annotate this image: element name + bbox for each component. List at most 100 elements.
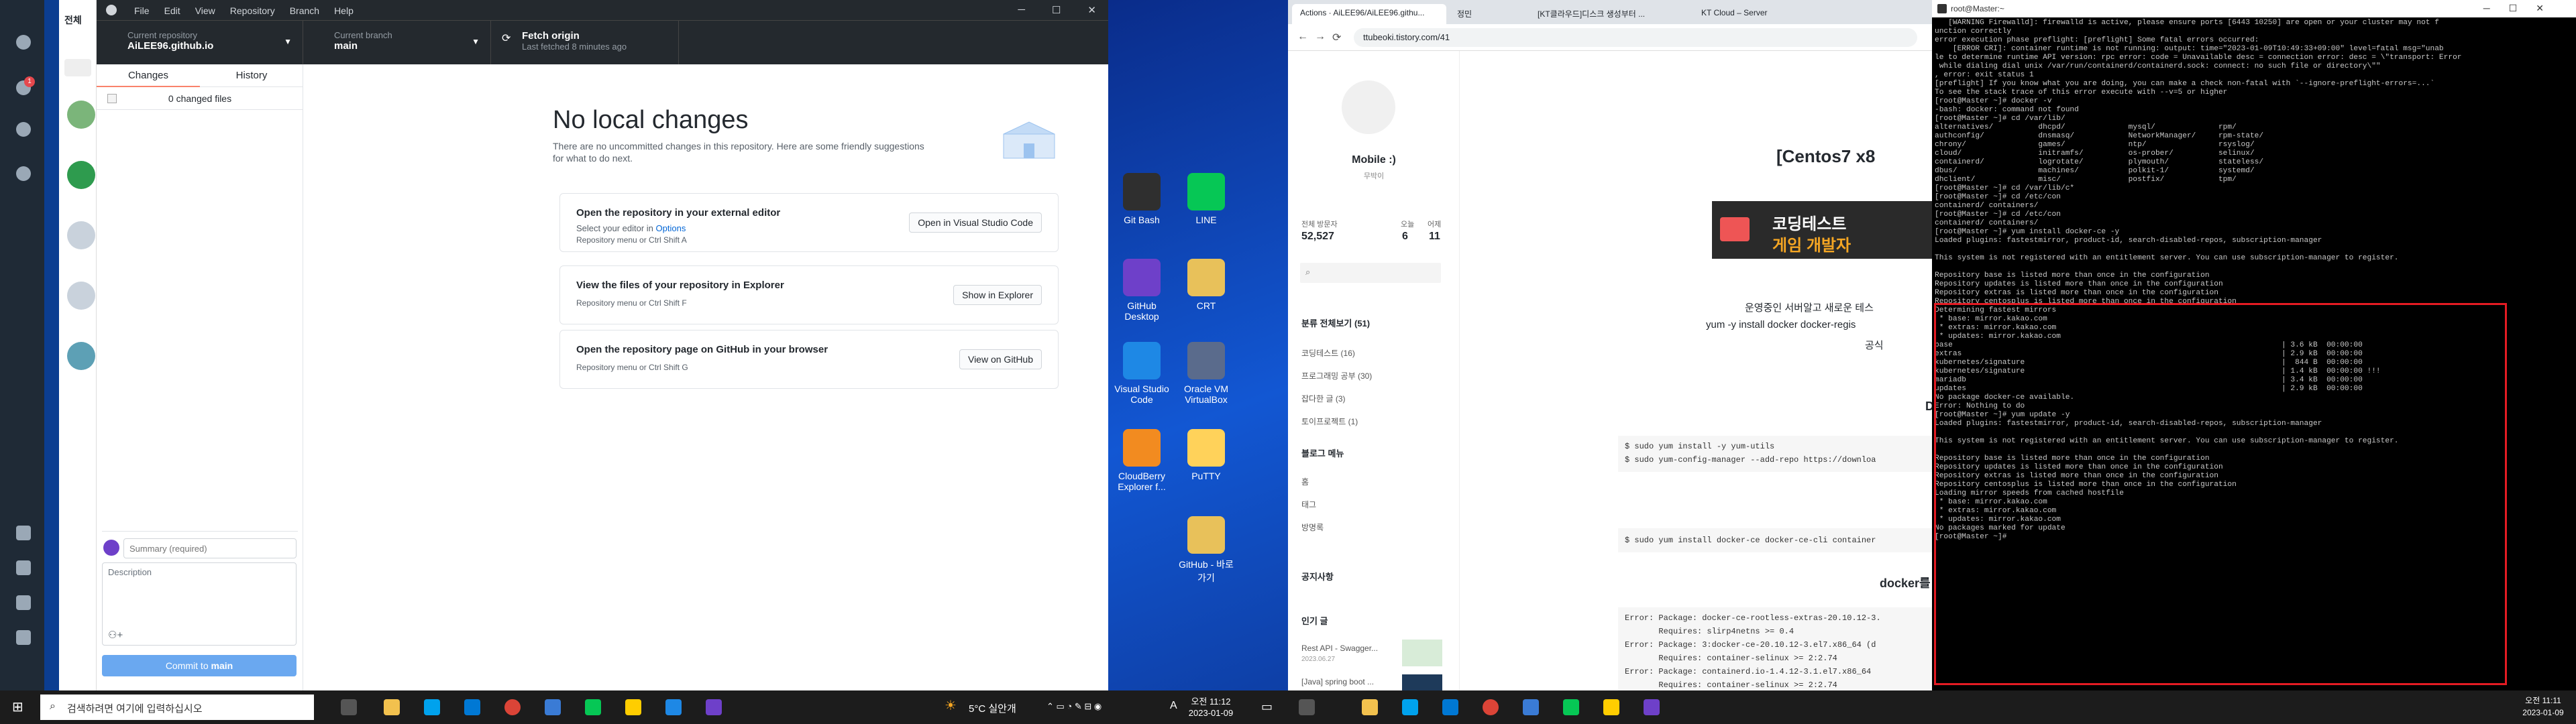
- github-desktop-icon[interactable]: [706, 699, 722, 715]
- menu-repository[interactable]: Repository: [230, 5, 275, 16]
- avatar[interactable]: [67, 282, 95, 310]
- start-icon[interactable]: [1299, 699, 1315, 715]
- clock-time[interactable]: 오전 11:12: [1187, 695, 1234, 707]
- browser-tab-kt-disk[interactable]: [KT클라우드]디스크 생성부터 ...: [1529, 4, 1690, 24]
- github-desktop-icon[interactable]: [1644, 699, 1660, 715]
- desktop-icon-virtualbox[interactable]: Oracle VM VirtualBox: [1174, 342, 1238, 405]
- desktop-icon-crt[interactable]: CRT: [1174, 259, 1238, 311]
- options-link[interactable]: Options: [656, 223, 686, 233]
- category-item[interactable]: 코딩테스트 (16): [1301, 347, 1355, 359]
- add-coauthor-icon[interactable]: ⚇+: [108, 629, 123, 641]
- vscode-icon[interactable]: [665, 699, 682, 715]
- line-icon[interactable]: [1563, 699, 1579, 715]
- category-title[interactable]: 분류 전체보기 (51): [1301, 316, 1370, 329]
- ime-indicator[interactable]: A: [1170, 700, 1177, 712]
- browser-tab-kt-cloud[interactable]: KT Cloud – Server: [1693, 4, 1814, 24]
- browser-tab-jeongmin[interactable]: 정민: [1449, 4, 1527, 24]
- show-in-explorer-button[interactable]: Show in Explorer: [953, 285, 1042, 305]
- kakaotalk-icon[interactable]: [1603, 699, 1619, 715]
- tab-history[interactable]: History: [200, 64, 303, 87]
- minimize-icon[interactable]: ─: [1018, 4, 1025, 16]
- clock-date[interactable]: 2023-01-09: [1183, 708, 1238, 718]
- clock-date[interactable]: 2023-01-09: [2516, 708, 2571, 717]
- store-icon[interactable]: [1402, 699, 1418, 715]
- category-item[interactable]: 토이프로젝트 (1): [1301, 416, 1358, 427]
- search-icon[interactable]: [64, 59, 91, 76]
- current-branch-selector[interactable]: Current branch main ▼: [303, 21, 491, 65]
- settings-icon[interactable]: [16, 630, 31, 645]
- kakaotalk-icon[interactable]: [625, 699, 641, 715]
- desktop-icon-cloudberry[interactable]: CloudBerry Explorer f...: [1110, 429, 1174, 492]
- desktop-icon-vscode[interactable]: Visual Studio Code: [1110, 342, 1174, 405]
- desktop-icon-git-bash[interactable]: Git Bash: [1110, 173, 1174, 225]
- desktop-icon-line[interactable]: LINE: [1174, 173, 1238, 225]
- browser-tab-actions[interactable]: Actions · AiLEE96/AiLEE96.githu...: [1292, 4, 1446, 24]
- file-explorer-icon[interactable]: [384, 699, 400, 715]
- thumbnail[interactable]: [1402, 640, 1442, 666]
- view-on-github-button[interactable]: View on GitHub: [959, 349, 1042, 369]
- send-icon[interactable]: [16, 166, 31, 181]
- close-icon[interactable]: ✕: [1087, 4, 1096, 16]
- chrome-icon[interactable]: [504, 699, 521, 715]
- avatar[interactable]: [67, 221, 95, 249]
- blog-search-input[interactable]: ⌕: [1300, 263, 1441, 283]
- more-icon[interactable]: [16, 122, 31, 137]
- weather-text[interactable]: 5°C 실안개: [969, 701, 1016, 715]
- popular-item-title[interactable]: Rest API - Swagger...: [1301, 644, 1378, 653]
- profile-icon[interactable]: [16, 35, 31, 50]
- reload-icon[interactable]: ⟳: [1332, 31, 1341, 44]
- chrome-icon[interactable]: [1483, 699, 1499, 715]
- window-controls-icon[interactable]: ─☐✕: [2483, 3, 2563, 14]
- desktop-icon-github-shortcut[interactable]: GitHub - 바로 가기: [1174, 516, 1238, 585]
- menu-branch[interactable]: Branch: [290, 5, 319, 16]
- avatar[interactable]: [67, 101, 95, 129]
- taskbar-search-input[interactable]: ⌕ 검색하려면 여기에 입력하십시오: [40, 695, 314, 720]
- task-view-icon[interactable]: [341, 699, 357, 715]
- commit-branch: main: [211, 660, 233, 671]
- maximize-icon[interactable]: ☐: [1052, 4, 1061, 16]
- menu-edit[interactable]: Edit: [164, 5, 180, 16]
- desktop-icon-github-desktop[interactable]: GitHub Desktop: [1110, 259, 1174, 322]
- forward-icon[interactable]: →: [1315, 31, 1326, 43]
- avatar[interactable]: [67, 161, 95, 189]
- menu-tags[interactable]: 태그: [1301, 499, 1316, 510]
- desktop-icon-putty[interactable]: PuTTY: [1174, 429, 1238, 481]
- menu-help[interactable]: Help: [334, 5, 354, 16]
- thumbnail[interactable]: [1402, 674, 1442, 690]
- tab-changes[interactable]: Changes: [97, 64, 200, 87]
- volume-icon[interactable]: [16, 595, 31, 610]
- mail-icon[interactable]: [1442, 699, 1458, 715]
- avatar[interactable]: [67, 342, 95, 370]
- crop-icon[interactable]: [16, 560, 31, 575]
- commit-button[interactable]: Commit to main: [102, 655, 297, 676]
- app-icon[interactable]: [545, 699, 561, 715]
- menu-file[interactable]: File: [134, 5, 150, 16]
- url-input[interactable]: ttubeoki.tistory.com/41: [1354, 28, 1917, 47]
- blog-name[interactable]: Mobile :): [1288, 154, 1460, 166]
- notification-icon[interactable]: ▭: [1261, 700, 1273, 714]
- ad-banner[interactable]: 코딩테스트 게임 개발자: [1712, 201, 1932, 259]
- notice-title[interactable]: 공지사항: [1301, 570, 1334, 583]
- commit-description-field[interactable]: Description ⚇+: [102, 562, 297, 646]
- clock-time[interactable]: 오전 11:11: [2520, 695, 2567, 706]
- app-icon[interactable]: [1523, 699, 1539, 715]
- popular-item-title[interactable]: [Java] spring boot ...: [1301, 677, 1374, 686]
- current-repository-selector[interactable]: Current repository AiLEE96.github.io ▼: [97, 21, 303, 65]
- fetch-origin-button[interactable]: ⟳ Fetch origin Last fetched 8 minutes ag…: [491, 21, 679, 65]
- back-icon[interactable]: ←: [1297, 31, 1308, 43]
- windows-start-icon[interactable]: ⊞: [12, 699, 23, 715]
- mail-icon[interactable]: [464, 699, 480, 715]
- category-item[interactable]: 잡다한 글 (3): [1301, 393, 1346, 404]
- commit-summary-input[interactable]: [123, 538, 297, 558]
- file-explorer-icon[interactable]: [1362, 699, 1378, 715]
- menu-home[interactable]: 홈: [1301, 476, 1309, 487]
- menu-guestbook[interactable]: 방명록: [1301, 522, 1324, 533]
- line-icon[interactable]: [585, 699, 601, 715]
- lock-icon[interactable]: [16, 526, 31, 540]
- window-title: root@Master:~: [1951, 4, 2004, 13]
- menu-view[interactable]: View: [195, 5, 215, 16]
- tray-icons[interactable]: ⌃ ▭ ◔ ✎ ⊟ ◉: [1046, 701, 1102, 712]
- store-icon[interactable]: [424, 699, 440, 715]
- open-in-vscode-button[interactable]: Open in Visual Studio Code: [909, 213, 1042, 233]
- category-item[interactable]: 프로그래밍 공부 (30): [1301, 370, 1372, 381]
